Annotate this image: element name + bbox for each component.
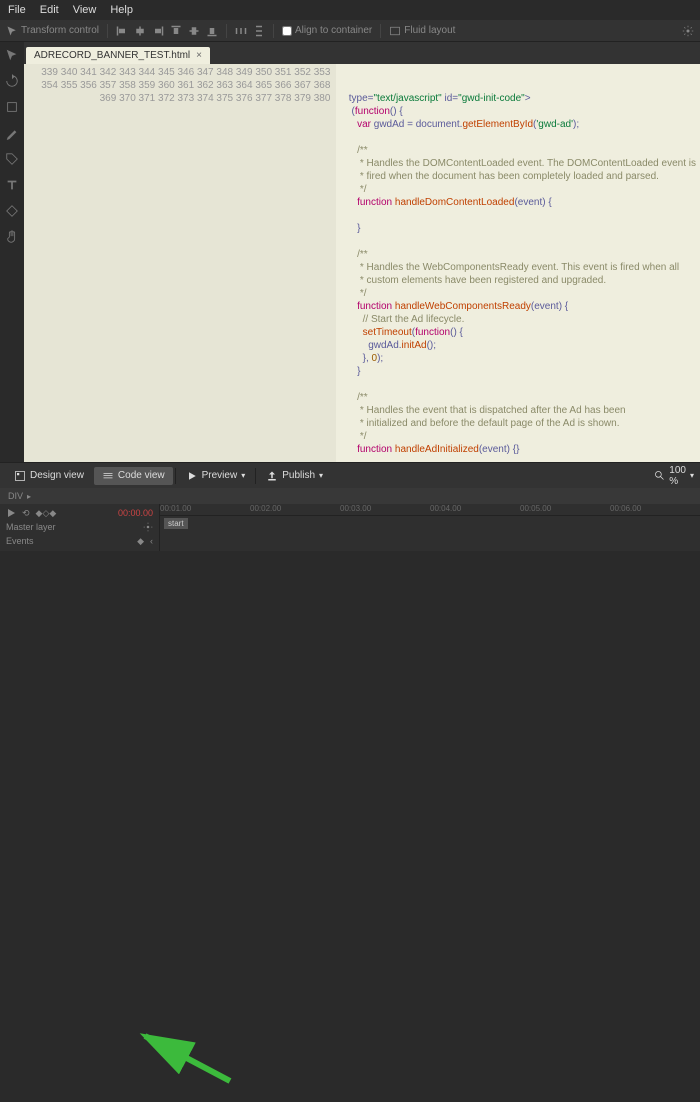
time-display: 00:00.00 [118, 508, 153, 518]
timeline: ⟲ ◆◇◆ 00:00.00 Master layer Events ◆ ‹ 0… [0, 504, 700, 551]
zoom-value: 100 % [669, 465, 686, 487]
main-area: ADRECORD_BANNER_TEST.html × 339 340 341 … [0, 42, 700, 462]
menubar: File Edit View Help [0, 0, 700, 20]
tag-tool-icon[interactable] [5, 152, 19, 166]
code-icon [102, 470, 114, 482]
align-left-icon[interactable] [116, 25, 128, 37]
preview-label: Preview [202, 470, 238, 481]
chevron-right-icon: ▸ [27, 492, 31, 501]
start-marker[interactable]: start [164, 518, 188, 529]
chevron-down-icon[interactable]: ▾ [241, 471, 245, 480]
settings-icon[interactable] [682, 25, 694, 37]
design-label: Design view [30, 470, 84, 481]
chevron-down-icon[interactable]: ▾ [690, 471, 694, 480]
code-editor[interactable]: 339 340 341 342 343 344 345 346 347 348 … [24, 64, 700, 462]
align-top-icon[interactable] [170, 25, 182, 37]
tab-label: ADRECORD_BANNER_TEST.html [34, 50, 190, 61]
chevron-icon[interactable]: ‹ [150, 536, 153, 546]
align-to-container[interactable]: Align to container [282, 25, 372, 36]
distribute-h-icon[interactable] [235, 25, 247, 37]
close-tab-icon[interactable]: × [196, 50, 202, 61]
hand-tool-icon[interactable] [5, 230, 19, 244]
code-lines[interactable]: type="text/javascript" id="gwd-init-code… [336, 64, 700, 462]
shape-tool-icon[interactable] [5, 100, 19, 114]
design-icon [14, 470, 26, 482]
tab-bar: ADRECORD_BANNER_TEST.html × [24, 42, 700, 64]
preview-button[interactable]: Preview ▾ [178, 467, 254, 485]
chevron-down-icon[interactable]: ▾ [319, 471, 323, 480]
align-vcenter-icon[interactable] [188, 25, 200, 37]
top-toolbar: Transform control Align to container Flu… [0, 20, 700, 42]
publish-label: Publish [282, 470, 315, 481]
menu-view[interactable]: View [73, 4, 97, 16]
timeline-track[interactable]: 00:01.0000:02.0000:03.0000:04.0000:05.00… [160, 504, 700, 551]
align-right-icon[interactable] [152, 25, 164, 37]
play-icon [186, 470, 198, 482]
upload-icon [266, 470, 278, 482]
breadcrumb[interactable]: DIV ▸ [0, 488, 700, 504]
view-bar: Design view Code view Preview ▾ Publish … [0, 462, 700, 488]
timeline-ruler[interactable]: 00:01.0000:02.0000:03.0000:04.0000:05.00… [160, 504, 700, 516]
separator [226, 24, 227, 38]
align-bottom-icon[interactable] [206, 25, 218, 37]
align-container-checkbox[interactable] [282, 26, 292, 36]
fluid-label: Fluid layout [404, 25, 455, 36]
annotation-arrow [0, 551, 700, 1102]
tool-sidebar [0, 42, 24, 462]
breadcrumb-item[interactable]: DIV [8, 491, 23, 501]
master-layer[interactable]: Master layer [6, 522, 56, 532]
keyframe-icon[interactable]: ◆◇◆ [36, 508, 57, 519]
loop-icon[interactable]: ⟲ [22, 508, 30, 519]
code-view-button[interactable]: Code view [94, 467, 173, 485]
text-tool-icon[interactable] [5, 178, 19, 192]
play-icon[interactable] [6, 508, 16, 518]
distribute-v-icon[interactable] [253, 25, 265, 37]
editor-pane: ADRECORD_BANNER_TEST.html × 339 340 341 … [24, 42, 700, 462]
transform-label: Transform control [21, 25, 99, 36]
selection-tool-icon[interactable] [5, 48, 19, 62]
diamond-icon[interactable]: ◆ [137, 536, 144, 547]
timeline-layers: ⟲ ◆◇◆ 00:00.00 Master layer Events ◆ ‹ [0, 504, 160, 551]
align-hcenter-icon[interactable] [134, 25, 146, 37]
pen-tool-icon[interactable] [5, 126, 19, 140]
rotate-tool-icon[interactable] [5, 74, 19, 88]
events-layer[interactable]: Events [6, 536, 34, 546]
menu-edit[interactable]: Edit [40, 4, 59, 16]
separator [380, 24, 381, 38]
design-view-button[interactable]: Design view [6, 467, 92, 485]
separator [273, 24, 274, 38]
separator [255, 468, 256, 484]
cursor-icon [6, 25, 18, 37]
separator [175, 468, 176, 484]
timeline-panel: DIV ▸ ⟲ ◆◇◆ 00:00.00 Master layer Events… [0, 488, 700, 551]
fill-tool-icon[interactable] [5, 204, 19, 218]
menu-help[interactable]: Help [110, 4, 133, 16]
zoom-control[interactable]: 100 % ▾ [654, 465, 694, 487]
menu-file[interactable]: File [8, 4, 26, 16]
code-label: Code view [118, 470, 165, 481]
publish-button[interactable]: Publish ▾ [258, 467, 331, 485]
separator [107, 24, 108, 38]
fluid-layout[interactable]: Fluid layout [389, 25, 455, 37]
gear-icon[interactable] [143, 522, 153, 532]
zoom-icon [654, 470, 666, 482]
align-label: Align to container [295, 25, 372, 36]
line-gutter: 339 340 341 342 343 344 345 346 347 348 … [24, 64, 336, 462]
fluid-icon [389, 25, 401, 37]
transform-control[interactable]: Transform control [6, 25, 99, 37]
file-tab[interactable]: ADRECORD_BANNER_TEST.html × [26, 47, 210, 64]
